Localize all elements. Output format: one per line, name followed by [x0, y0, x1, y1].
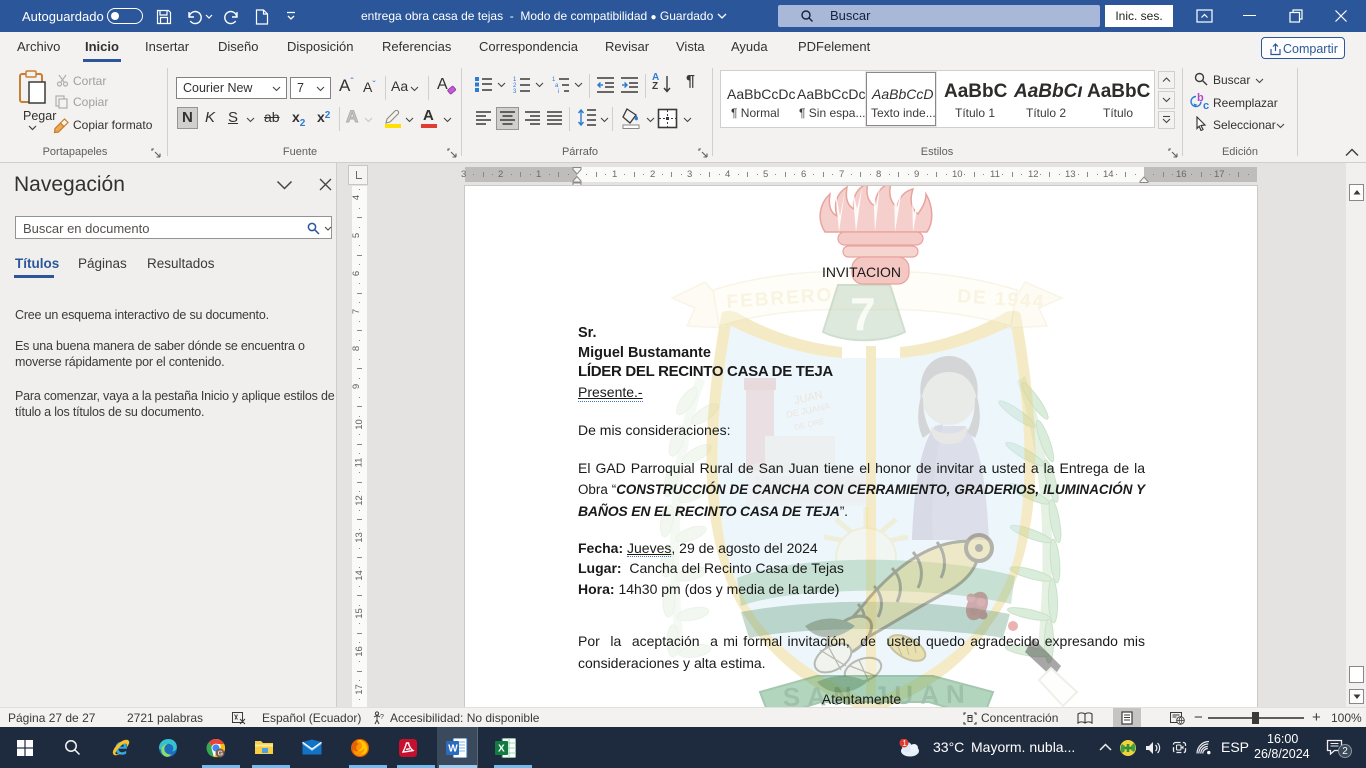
- svg-text:1: 1: [902, 739, 907, 748]
- svg-text:i: i: [558, 89, 559, 94]
- svg-text:X: X: [498, 744, 505, 755]
- svg-text:3: 3: [513, 89, 517, 94]
- svg-text:W: W: [448, 744, 458, 755]
- svg-text:?: ?: [380, 714, 384, 721]
- svg-text:G: G: [218, 751, 224, 758]
